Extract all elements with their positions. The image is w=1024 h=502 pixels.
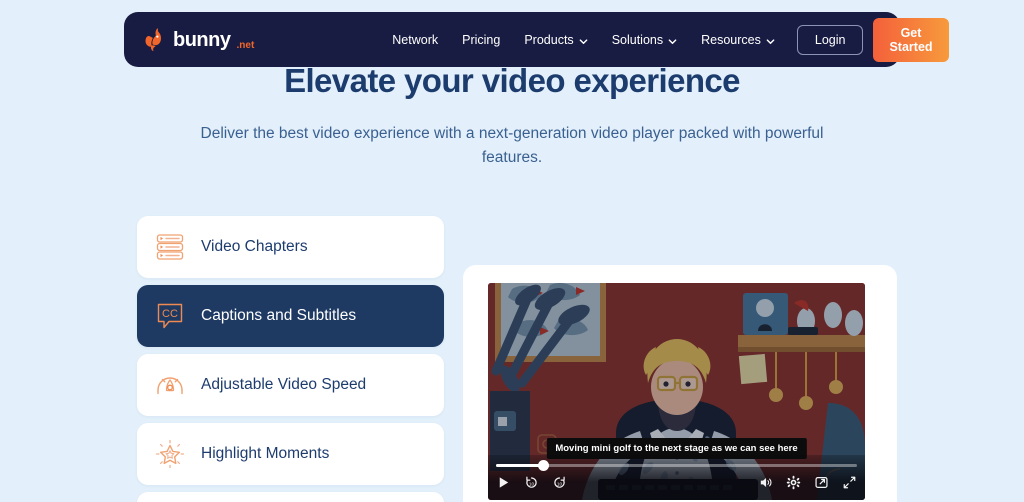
feature-item-video-chapters[interactable]: Video Chapters [137,216,444,278]
feature-item-label: Video Chapters [201,238,308,255]
svg-text:10: 10 [529,481,535,486]
nav-link-label: Resources [701,32,761,47]
nav-link-label: Products [524,32,574,47]
feature-item-highlight-moments[interactable]: Highlight Moments [137,423,444,485]
nav-link-network[interactable]: Network [392,33,438,47]
nav-link-label: Pricing [462,32,501,47]
brand-tld: .net [236,39,255,51]
feature-list: Video Chapters CC Captions and Subtitles [137,216,444,502]
play-button[interactable] [496,475,511,490]
closed-caption-icon: CC [153,299,187,333]
video-player[interactable]: Moving mini golf to the next stage as we… [488,283,865,500]
nav-link-products[interactable]: Products [524,32,588,47]
page-root: bunny .net Network Pricing Products Solu… [0,0,1024,502]
chapters-icon [153,230,187,264]
feature-item-partial[interactable] [137,492,444,502]
nav-link-pricing[interactable]: Pricing [462,33,500,47]
feature-item-label: Adjustable Video Speed [201,376,367,393]
chevron-down-icon [668,35,677,45]
progress-bar-handle[interactable] [537,460,549,471]
progress-bar[interactable] [496,460,857,471]
picture-in-picture-button[interactable] [814,475,829,490]
chevron-down-icon [579,35,588,45]
feature-item-label: Highlight Moments [201,445,330,462]
fullscreen-button[interactable] [842,475,857,490]
navbar: bunny .net Network Pricing Products Solu… [124,12,949,67]
nav-link-label: Network [392,32,439,47]
brand-name: bunny [173,28,231,51]
brand-logo[interactable]: bunny .net [142,27,254,53]
rewind-10-button[interactable]: 10 [524,475,539,490]
nav-link-resources[interactable]: Resources [701,33,775,47]
feature-item-adjustable-video-speed[interactable]: Adjustable Video Speed [137,354,444,416]
chevron-down-icon [766,35,775,45]
login-button[interactable]: Login [796,24,864,55]
nav-links: Network Pricing Products Solutions Resou… [392,33,775,47]
get-started-button[interactable]: Get Started [873,17,949,62]
forward-10-button[interactable]: 10 [552,475,567,490]
page-title: Elevate your video experience [284,62,740,99]
video-controls: 10 10 [488,455,865,500]
svg-text:CC: CC [162,308,178,320]
hero-section: Elevate your video experience Deliver th… [0,62,1024,170]
speedometer-icon [153,368,187,402]
feature-item-captions-and-subtitles[interactable]: CC Captions and Subtitles [137,285,444,347]
nav-link-solutions[interactable]: Solutions [612,33,677,47]
video-controls-left: 10 10 [496,475,567,490]
svg-text:10: 10 [557,481,563,486]
volume-button[interactable] [758,475,773,490]
feature-item-label: Captions and Subtitles [201,307,357,324]
video-controls-row: 10 10 [496,475,857,490]
settings-gear-button[interactable] [786,475,801,490]
video-panel: Moving mini golf to the next stage as we… [463,265,897,502]
video-controls-right [758,475,857,490]
nav-actions: Login Get Started [796,17,949,62]
nav-link-label: Solutions [611,32,664,47]
sparkle-star-icon [153,437,187,471]
page-subtitle: Deliver the best video experience with a… [200,125,824,167]
progress-bar-filled [496,464,543,467]
bunny-logo-icon [142,27,168,53]
